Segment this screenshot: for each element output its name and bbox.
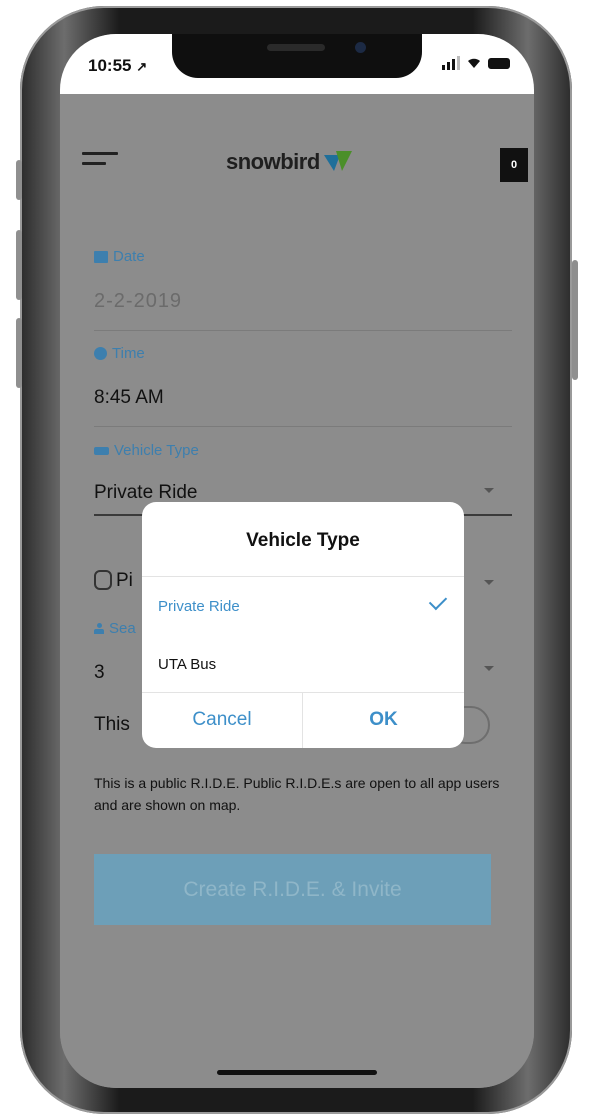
vehicle-type-chevron-down-icon[interactable] [484, 488, 494, 493]
seats-select[interactable]: 3 [94, 662, 105, 684]
time-label: Time [94, 345, 145, 362]
vehicle-type-select[interactable]: Private Ride [94, 482, 198, 504]
route-icon [94, 570, 112, 590]
mute-switch [16, 160, 22, 200]
calendar-icon [94, 250, 108, 263]
public-toggle-label: This [94, 714, 130, 735]
status-icons [442, 56, 510, 70]
time-field[interactable]: 8:45 AM [94, 387, 164, 409]
pickup-field[interactable]: Pi [116, 570, 133, 592]
front-camera [355, 42, 366, 53]
wifi-icon [468, 58, 480, 68]
notch [172, 34, 422, 78]
speaker [267, 44, 325, 51]
seats-label: Sea [94, 620, 136, 637]
status-time: 10:55 ↗ [88, 56, 147, 76]
clock-icon [94, 347, 107, 360]
cart-badge[interactable]: 0 [500, 148, 528, 182]
car-icon [94, 446, 109, 455]
brand-name: snowbird [226, 149, 320, 174]
create-ride-invite-button[interactable]: Create R.I.D.E. & Invite [94, 854, 491, 925]
app-content: snowbird 0 Date 2-2-2019 Time 8:45 AM Ve… [60, 94, 534, 1088]
ok-button[interactable]: OK [303, 692, 464, 748]
seats-chevron-down-icon[interactable] [484, 666, 494, 671]
battery-icon [488, 57, 510, 69]
snowbird-logo-icon [323, 151, 352, 173]
volume-down-button [16, 318, 22, 388]
brand-logo: snowbird [226, 149, 352, 175]
menu-icon[interactable] [82, 152, 118, 172]
home-indicator[interactable] [217, 1070, 377, 1075]
person-icon [94, 623, 104, 634]
pickup-chevron-down-icon[interactable] [484, 580, 494, 585]
date-underline [94, 330, 512, 331]
option-uta-bus[interactable]: UTA Bus [158, 656, 216, 673]
option-private-ride[interactable]: Private Ride [158, 598, 240, 615]
seats-label-text: Sea [109, 620, 136, 637]
dialog-title: Vehicle Type [246, 530, 360, 551]
power-button [572, 260, 578, 380]
location-arrow-icon: ↗ [136, 59, 148, 74]
vehicle-type-label-text: Vehicle Type [114, 442, 199, 459]
date-field[interactable]: 2-2-2019 [94, 290, 182, 313]
vehicle-type-dialog: Vehicle Type Private Ride UTA Bus Cancel… [142, 502, 464, 748]
public-ride-description: This is a public R.I.D.E. Public R.I.D.E… [94, 775, 500, 813]
time-label-text: Time [112, 345, 145, 362]
cellular-signal-icon [442, 56, 460, 70]
cancel-button[interactable]: Cancel [142, 692, 302, 748]
date-label-text: Date [113, 248, 145, 265]
time-underline [94, 426, 512, 427]
vehicle-type-label: Vehicle Type [94, 442, 199, 459]
status-time-text: 10:55 [88, 56, 132, 75]
date-label: Date [94, 248, 145, 265]
create-ride-invite-label: Create R.I.D.E. & Invite [183, 877, 402, 901]
volume-up-button [16, 230, 22, 300]
checkmark-icon [428, 591, 448, 611]
phone-screen: 10:55 ↗ snowbird 0 Date 2-2-2019 Time 8:… [60, 34, 534, 1088]
dialog-divider [142, 576, 464, 577]
